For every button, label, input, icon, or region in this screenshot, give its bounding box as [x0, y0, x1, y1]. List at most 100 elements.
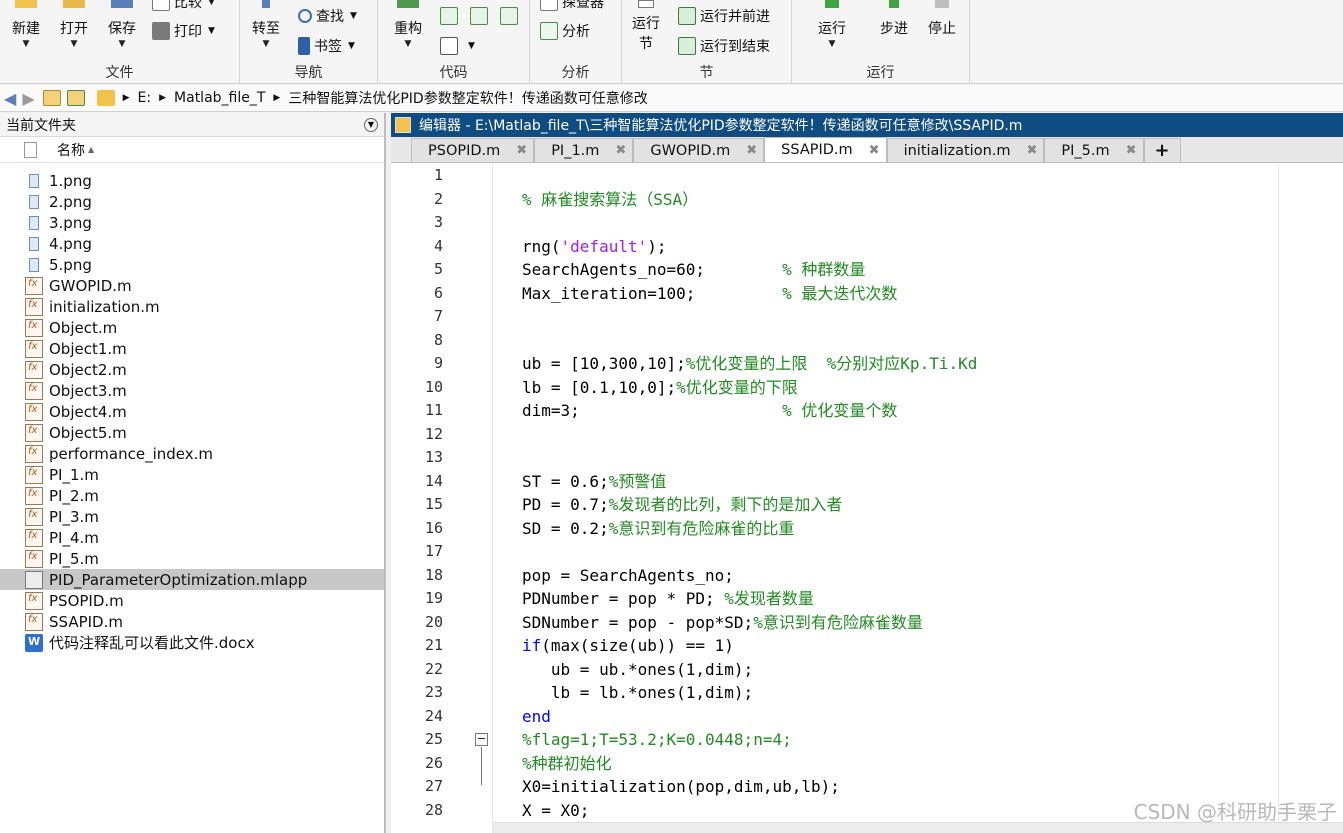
close-tab-icon[interactable]: ✖ [1126, 143, 1137, 158]
current-folder-title: 当前文件夹 [6, 117, 76, 134]
code-line[interactable]: X = X0; [522, 799, 589, 823]
editor-tab[interactable]: initialization.m ✖ [886, 138, 1045, 162]
crumb-folder[interactable]: Matlab_file_T [174, 90, 265, 106]
crumb-subfolder[interactable]: 三种智能算法优化PID参数整定软件！传递函数可任意修改 [288, 88, 647, 108]
file-item[interactable]: Object5.m [0, 422, 384, 443]
comment-token: % 种群数量 [782, 260, 866, 279]
run-advance-icon [678, 7, 696, 25]
file-item[interactable]: performance_index.m [0, 443, 384, 464]
file-item[interactable]: PI_1.m [0, 464, 384, 485]
run-button[interactable]: 运行 ▼ [810, 0, 854, 60]
comment-button[interactable] [440, 4, 462, 28]
file-item[interactable]: 4.png [0, 233, 384, 254]
file-item[interactable]: PI_2.m [0, 485, 384, 506]
code-line[interactable]: %种群初始化 [522, 752, 612, 776]
step-button[interactable]: 步进 [872, 0, 916, 60]
file-item[interactable]: Object1.m [0, 338, 384, 359]
editor-tab[interactable]: PI_1.m ✖ [534, 138, 634, 162]
run-group: 运行 ▼ 步进 停止 运行 [792, 0, 970, 84]
file-item[interactable]: 5.png [0, 254, 384, 275]
refactor-button[interactable]: 重构 ▼ [386, 0, 430, 60]
insert-function-button[interactable]: ▼ [440, 34, 475, 58]
code-area[interactable]: 1 2 3 4 5 6 7 8 9 10 11 12 13 14 15 16 17 18 19 20 21 22 23 24 2… [391, 164, 1343, 833]
file-item[interactable]: 2.png [0, 191, 384, 212]
fold-toggle-icon[interactable]: − [475, 733, 488, 746]
file-item[interactable]: PI_4.m [0, 527, 384, 548]
indent-button[interactable] [470, 4, 492, 28]
file-item[interactable]: PID_ParameterOptimization.mlapp [0, 569, 384, 590]
run-section-button[interactable]: 运行节 [626, 0, 666, 60]
code-line[interactable]: if(max(size(ub)) == 1) [522, 634, 734, 658]
editor-tab[interactable]: PI_5.m ✖ [1044, 138, 1144, 162]
compare-button[interactable]: 比较 ▼ [152, 0, 215, 14]
code-line[interactable]: end [522, 705, 551, 729]
code-text[interactable]: % 麻雀搜索算法（SSA） rng('default'); SearchAgents… [522, 164, 1282, 833]
code-line[interactable]: %flag=1;T=53.2;K=0.0448;n=4; [522, 728, 792, 752]
code-line[interactable]: SearchAgents_no=60; % 种群数量 [522, 258, 865, 282]
code-line[interactable]: ub = ub.*ones(1,dim); [522, 658, 753, 682]
close-tab-icon[interactable]: ✖ [746, 143, 757, 158]
file-item[interactable]: PI_5.m [0, 548, 384, 569]
file-item[interactable]: Object.m [0, 317, 384, 338]
open-button[interactable]: 打开 ▼ [52, 0, 96, 60]
file-item[interactable]: 代码注释乱可以看此文件.docx [0, 632, 384, 653]
png-file-icon [29, 173, 39, 188]
code-line[interactable]: SDNumber = pop - pop*SD;%意识到有危险麻雀数量 [522, 611, 923, 635]
crumb-drive[interactable]: E: [138, 90, 152, 106]
code-line[interactable]: lb = lb.*ones(1,dim); [522, 681, 753, 705]
analyze-button[interactable]: 分析 [540, 19, 590, 43]
code-line[interactable]: rng('default'); [522, 235, 667, 259]
file-item[interactable]: Object3.m [0, 380, 384, 401]
code-line[interactable]: dim=3; % 优化变量个数 [522, 399, 897, 423]
file-item[interactable]: PI_3.m [0, 506, 384, 527]
file-item[interactable]: GWOPID.m [0, 275, 384, 296]
new-button[interactable]: 新建 ▼ [4, 0, 48, 60]
code-line[interactable]: SD = 0.2;%意识到有危险麻雀的比重 [522, 517, 794, 541]
file-item[interactable]: 3.png [0, 212, 384, 233]
name-column-header[interactable]: 名称 [57, 140, 85, 160]
close-tab-icon[interactable]: ✖ [615, 143, 626, 158]
code-token: ub = ub.*ones(1,dim); [522, 659, 754, 679]
panel-menu-icon[interactable]: ▼ [364, 117, 378, 132]
file-item[interactable]: Object2.m [0, 359, 384, 380]
new-tab-plus-icon[interactable]: + [1143, 138, 1181, 162]
code-line[interactable]: pop = SearchAgents_no; [522, 564, 734, 588]
code-line[interactable]: ub = [10,300,10];%优化变量的上限 %分别对应Kp.Ti.Kd [522, 352, 977, 376]
chevron-down-icon: ▼ [118, 39, 126, 49]
file-item[interactable]: initialization.m [0, 296, 384, 317]
close-tab-icon[interactable]: ✖ [516, 143, 527, 158]
file-item[interactable]: Object4.m [0, 401, 384, 422]
editor-tab[interactable]: SSAPID.m ✖ [764, 137, 887, 162]
editor-tab[interactable]: GWOPID.m ✖ [633, 138, 765, 162]
file-item[interactable]: SSAPID.m [0, 611, 384, 632]
forward-arrow-icon[interactable]: ▶ [22, 89, 34, 108]
browse-folder-icon[interactable] [66, 90, 85, 106]
run-and-advance-button[interactable]: 运行并前进 [678, 4, 770, 28]
code-line[interactable]: Max_iteration=100; % 最大迭代次数 [522, 282, 897, 306]
code-line[interactable]: % 麻雀搜索算法（SSA） [522, 188, 698, 212]
print-button[interactable]: 打印 ▼ [152, 19, 215, 43]
outdent-button[interactable] [500, 4, 522, 28]
code-line[interactable]: PD = 0.7;%发现者的比列，剩下的是加入者 [522, 493, 842, 517]
profiler-button[interactable]: 探查器 [540, 0, 604, 14]
code-token: Max_iteration=100; [522, 283, 783, 303]
back-arrow-icon[interactable]: ◀ [4, 89, 16, 108]
find-button[interactable]: 查找 ▼ [298, 4, 357, 28]
save-button[interactable]: 保存 ▼ [100, 0, 144, 60]
editor-tab[interactable]: PSOPID.m ✖ [411, 138, 535, 162]
close-tab-icon[interactable]: ✖ [869, 143, 880, 158]
close-tab-icon[interactable]: ✖ [1027, 143, 1038, 158]
step-icon [889, 0, 899, 8]
code-line[interactable]: PDNumber = pop * PD; %发现者数量 [522, 587, 814, 611]
code-line[interactable]: lb = [0.1,10,0];%优化变量的下限 [522, 376, 798, 400]
file-item[interactable]: 1.png [0, 170, 384, 191]
bookmark-button[interactable]: 书签 ▼ [298, 34, 355, 58]
code-line[interactable]: X0=initialization(pop,dim,ub,lb); [522, 775, 840, 799]
up-folder-icon[interactable] [42, 90, 61, 106]
run-to-end-button[interactable]: 运行到结束 [678, 34, 770, 58]
file-name: initialization.m [49, 297, 160, 316]
goto-button[interactable]: 转至 ▼ [244, 0, 288, 60]
code-line[interactable]: ST = 0.6;%预警值 [522, 470, 666, 494]
file-item[interactable]: PSOPID.m [0, 590, 384, 611]
stop-button[interactable]: 停止 [920, 0, 964, 60]
